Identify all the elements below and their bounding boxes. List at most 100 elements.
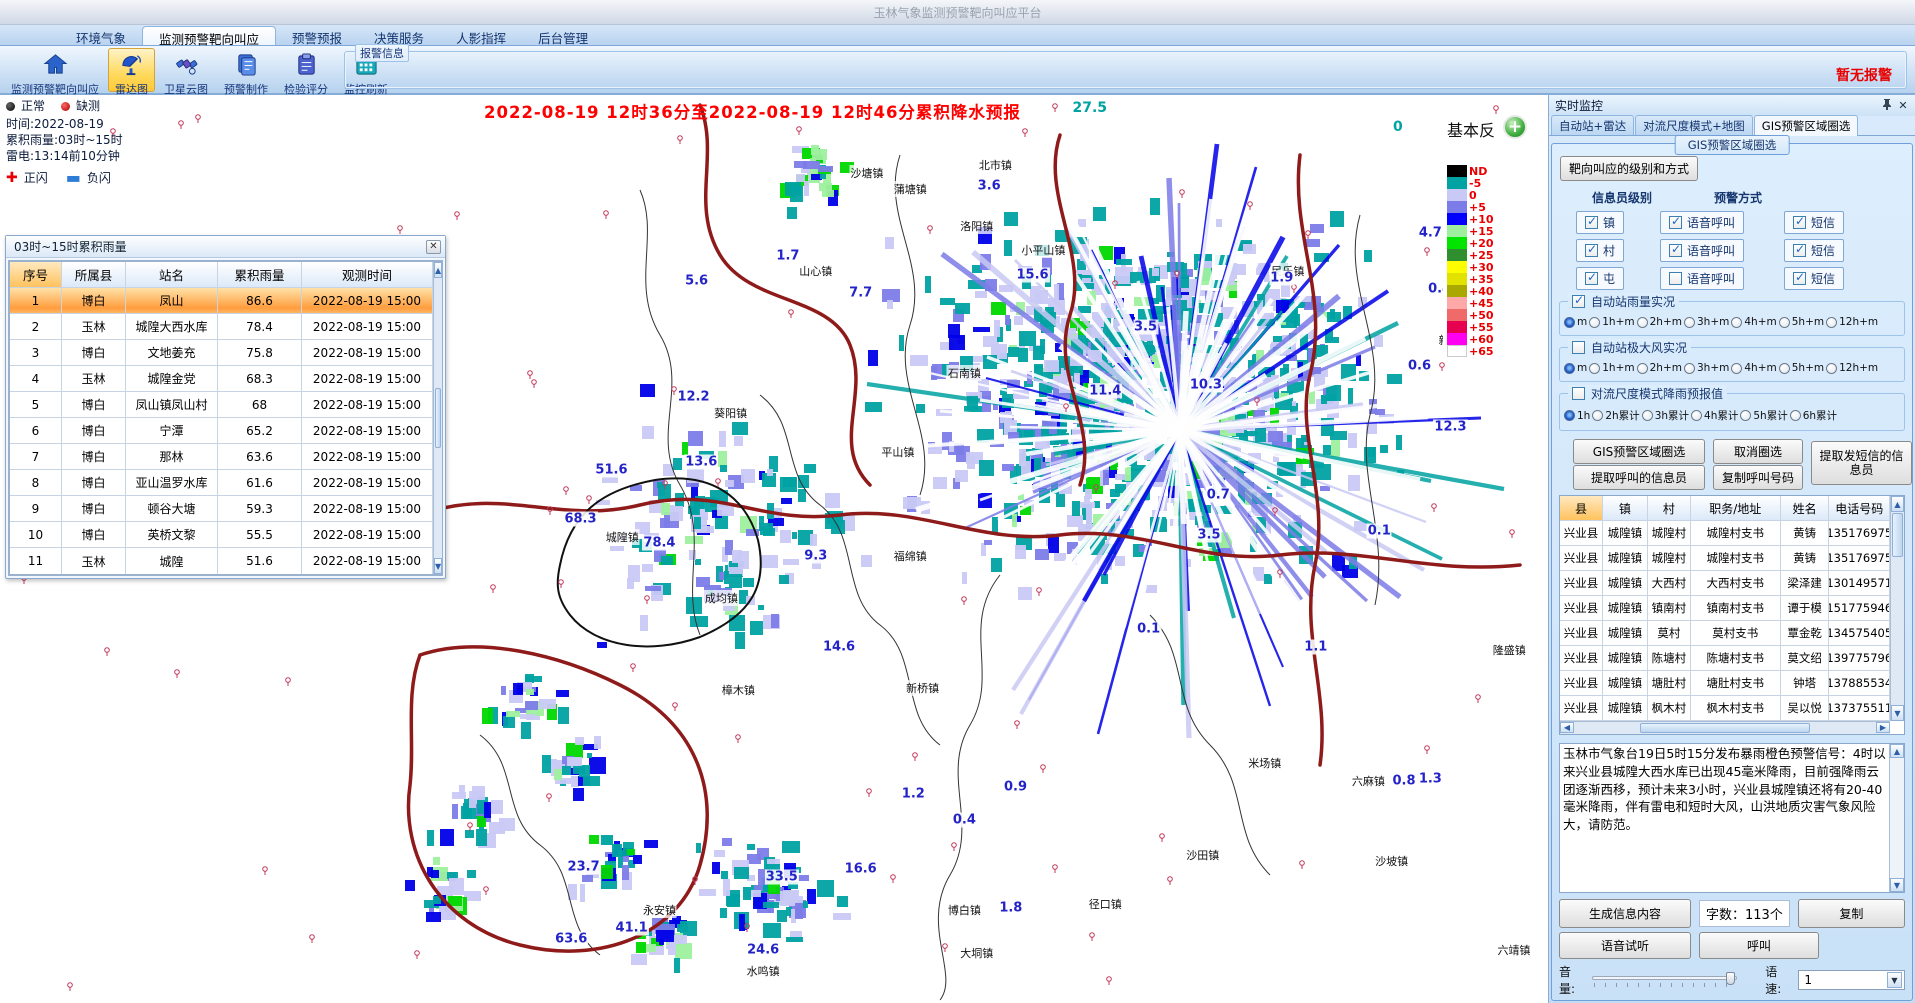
table-row[interactable]: 9博白顿谷大塘59.32022-08-19 15:00 bbox=[10, 496, 433, 522]
table-row[interactable]: 8博白亚山温罗水库61.62022-08-19 15:00 bbox=[10, 470, 433, 496]
toolbar-button-score[interactable]: 检验评分 bbox=[277, 48, 335, 92]
radio-option[interactable]: m bbox=[1564, 362, 1587, 374]
rainfall-table-scrollbar[interactable]: ▲ ▼ bbox=[433, 262, 442, 574]
table-row[interactable]: 2玉林城隍大西水库78.42022-08-19 15:00 bbox=[10, 314, 433, 340]
level-checkbox[interactable]: 屯 bbox=[1576, 267, 1624, 290]
level-checkbox[interactable]: 镇 bbox=[1576, 211, 1624, 234]
contact-table-hscrollbar[interactable]: ◀ ▶ bbox=[1560, 721, 1890, 734]
target-call-level-button[interactable]: 靶向叫应的级别和方式 bbox=[1560, 156, 1698, 181]
sms-checkbox[interactable]: 短信 bbox=[1784, 267, 1844, 290]
level-checkbox[interactable]: 村 bbox=[1576, 239, 1624, 262]
toolbar-button-home[interactable]: 监测预警靶向叫应 bbox=[4, 48, 106, 92]
voice-preview-button[interactable]: 语音试听 bbox=[1559, 932, 1691, 959]
table-row[interactable]: 10博白英桥文黎55.52022-08-19 15:00 bbox=[10, 522, 433, 548]
scroll-up-icon[interactable]: ▲ bbox=[434, 262, 442, 278]
slider-thumb[interactable] bbox=[1726, 972, 1735, 985]
forecast-checkbox[interactable] bbox=[1572, 387, 1585, 400]
contact-table-vscrollbar[interactable]: ▲ ▼ bbox=[1890, 496, 1904, 721]
map-canvas[interactable]: 2022-08-19 12时36分至2022-08-19 12时46分累积降水预… bbox=[0, 95, 1548, 1003]
voice-call-checkbox[interactable]: 语音呼叫 bbox=[1660, 211, 1744, 234]
radio-option[interactable]: 5h累计 bbox=[1740, 408, 1787, 423]
table-row[interactable]: 兴业县城隍镇塘肚村塘肚村支书钟塔137885534 bbox=[1560, 671, 1890, 696]
copy-button[interactable]: 复制 bbox=[1798, 899, 1905, 928]
gis-select-button[interactable]: GIS预警区域圈选 bbox=[1573, 439, 1705, 464]
call-button[interactable]: 呼叫 bbox=[1699, 932, 1819, 959]
panel-tab-3[interactable]: GIS预警区域圈选 bbox=[1754, 115, 1859, 136]
scroll-down-icon[interactable]: ▼ bbox=[434, 558, 442, 574]
radio-option[interactable]: m bbox=[1564, 316, 1587, 328]
scrollbar-thumb[interactable] bbox=[1640, 723, 1810, 733]
generate-message-button[interactable]: 生成信息内容 bbox=[1559, 899, 1691, 928]
extract-sms-button[interactable]: 提取发短信的信息员 bbox=[1811, 441, 1912, 485]
scroll-up-icon[interactable]: ▲ bbox=[1891, 496, 1904, 512]
scroll-up-icon[interactable]: ▲ bbox=[1890, 744, 1904, 758]
menu-tab-6[interactable]: 后台管理 bbox=[522, 26, 604, 45]
table-row[interactable]: 兴业县城隍镇城隍村城隍村支书黄铸135176975 bbox=[1560, 521, 1890, 546]
rain-live-checkbox[interactable] bbox=[1572, 295, 1585, 308]
rainfall-window-titlebar[interactable]: 03时~15时累积雨量 ✕ bbox=[6, 236, 445, 258]
radio-option[interactable]: 5h+m bbox=[1779, 316, 1824, 328]
radio-option[interactable]: 4h+m bbox=[1731, 316, 1776, 328]
toolbar-button-radar[interactable]: 雷达图 bbox=[108, 48, 155, 92]
cancel-select-button[interactable]: 取消圈选 bbox=[1713, 439, 1803, 464]
radio-option[interactable]: 1h+m bbox=[1589, 362, 1634, 374]
speed-dropdown[interactable]: 1 ▼ bbox=[1798, 970, 1905, 990]
sms-checkbox[interactable]: 短信 bbox=[1784, 211, 1844, 234]
table-row[interactable]: 4玉林城隍金党68.32022-08-19 15:00 bbox=[10, 366, 433, 392]
toolbar-button-warning-make[interactable]: 预警制作 bbox=[217, 48, 275, 92]
radio-option[interactable]: 2h+m bbox=[1637, 362, 1682, 374]
radio-option[interactable]: 4h+m bbox=[1731, 362, 1776, 374]
voice-call-checkbox[interactable]: 语音呼叫 bbox=[1660, 239, 1744, 262]
close-icon[interactable]: ✕ bbox=[426, 240, 441, 254]
pin-icon[interactable] bbox=[1879, 98, 1895, 113]
table-row[interactable]: 兴业县城隍镇莫村莫村支书覃金乾134575405 bbox=[1560, 621, 1890, 646]
message-vscrollbar[interactable]: ▲ ▼ bbox=[1889, 744, 1904, 892]
copy-number-button[interactable]: 复制呼叫号码 bbox=[1713, 465, 1803, 490]
radio-option[interactable]: 1h+m bbox=[1589, 316, 1634, 328]
table-row[interactable]: 兴业县城隍镇大西村大西村支书梁泽建130149571 bbox=[1560, 571, 1890, 596]
radio-option[interactable]: 3h+m bbox=[1684, 316, 1729, 328]
message-box[interactable]: 玉林市气象台19日5时15分发布暴雨橙色预警信号：4时以来兴业县城隍大西水库已出… bbox=[1559, 743, 1905, 893]
close-icon[interactable]: ✕ bbox=[1895, 98, 1911, 113]
table-row[interactable]: 1博白凤山86.62022-08-19 15:00 bbox=[10, 288, 433, 314]
table-row[interactable]: 兴业县城隍镇镇南村镇南村支书谭于模151775946 bbox=[1560, 596, 1890, 621]
radio-option[interactable]: 3h+m bbox=[1684, 362, 1729, 374]
radio-option[interactable]: 4h累计 bbox=[1691, 408, 1738, 423]
scrollbar-thumb[interactable] bbox=[1892, 513, 1903, 557]
radio-option[interactable]: 12h+m bbox=[1826, 362, 1878, 374]
radio-option[interactable]: 1h bbox=[1564, 410, 1590, 422]
radio-option[interactable]: 3h累计 bbox=[1642, 408, 1689, 423]
zoom-in-button[interactable]: + bbox=[1503, 115, 1527, 139]
table-row[interactable]: 兴业县城隍镇陈塘村陈塘村支书莫文绍139775796 bbox=[1560, 646, 1890, 671]
menu-tab-4[interactable]: 决策服务 bbox=[358, 26, 440, 45]
scrollbar-thumb[interactable] bbox=[435, 388, 441, 448]
radio-option[interactable]: 5h+m bbox=[1779, 362, 1824, 374]
sms-checkbox[interactable]: 短信 bbox=[1784, 239, 1844, 262]
table-row[interactable]: 5博白凤山镇凤山村682022-08-19 15:00 bbox=[10, 392, 433, 418]
wind-live-checkbox[interactable] bbox=[1572, 341, 1585, 354]
table-row[interactable]: 7博白那林63.62022-08-19 15:00 bbox=[10, 444, 433, 470]
menu-tab-1[interactable]: 环境气象 bbox=[60, 26, 142, 45]
volume-slider[interactable] bbox=[1592, 972, 1737, 988]
radio-option[interactable]: 6h累计 bbox=[1790, 408, 1837, 423]
voice-call-checkbox[interactable]: 语音呼叫 bbox=[1660, 267, 1744, 290]
table-row[interactable]: 兴业县城隍镇枫木村枫木村支书吴以悦137375511 bbox=[1560, 696, 1890, 721]
panel-tab-2[interactable]: 对流尺度模式+地图 bbox=[1635, 115, 1753, 135]
menu-tab-3[interactable]: 预警预报 bbox=[276, 26, 358, 45]
radio-option[interactable]: 12h+m bbox=[1826, 316, 1878, 328]
scroll-down-icon[interactable]: ▼ bbox=[1891, 705, 1904, 721]
panel-tab-1[interactable]: 自动站+雷达 bbox=[1551, 115, 1634, 135]
scroll-right-icon[interactable]: ▶ bbox=[1876, 722, 1890, 733]
menu-tab-5[interactable]: 人影指挥 bbox=[440, 26, 522, 45]
table-row[interactable]: 6博白宁潭65.22022-08-19 15:00 bbox=[10, 418, 433, 444]
toolbar-button-satellite[interactable]: 卫星云图 bbox=[157, 48, 215, 92]
scroll-left-icon[interactable]: ◀ bbox=[1560, 722, 1574, 733]
radio-option[interactable]: 2h累计 bbox=[1592, 408, 1639, 423]
extract-call-button[interactable]: 提取呼叫的信息员 bbox=[1573, 465, 1705, 490]
table-row[interactable]: 兴业县城隍镇城隍村城隍村支书黄铸135176975 bbox=[1560, 546, 1890, 571]
radio-option[interactable]: 2h+m bbox=[1637, 316, 1682, 328]
table-row[interactable]: 3博白文地姜充75.82022-08-19 15:00 bbox=[10, 340, 433, 366]
scroll-down-icon[interactable]: ▼ bbox=[1890, 878, 1904, 892]
table-row[interactable]: 11玉林城隍51.62022-08-19 15:00 bbox=[10, 548, 433, 574]
menu-tab-2[interactable]: 监测预警靶向叫应 bbox=[142, 26, 276, 45]
